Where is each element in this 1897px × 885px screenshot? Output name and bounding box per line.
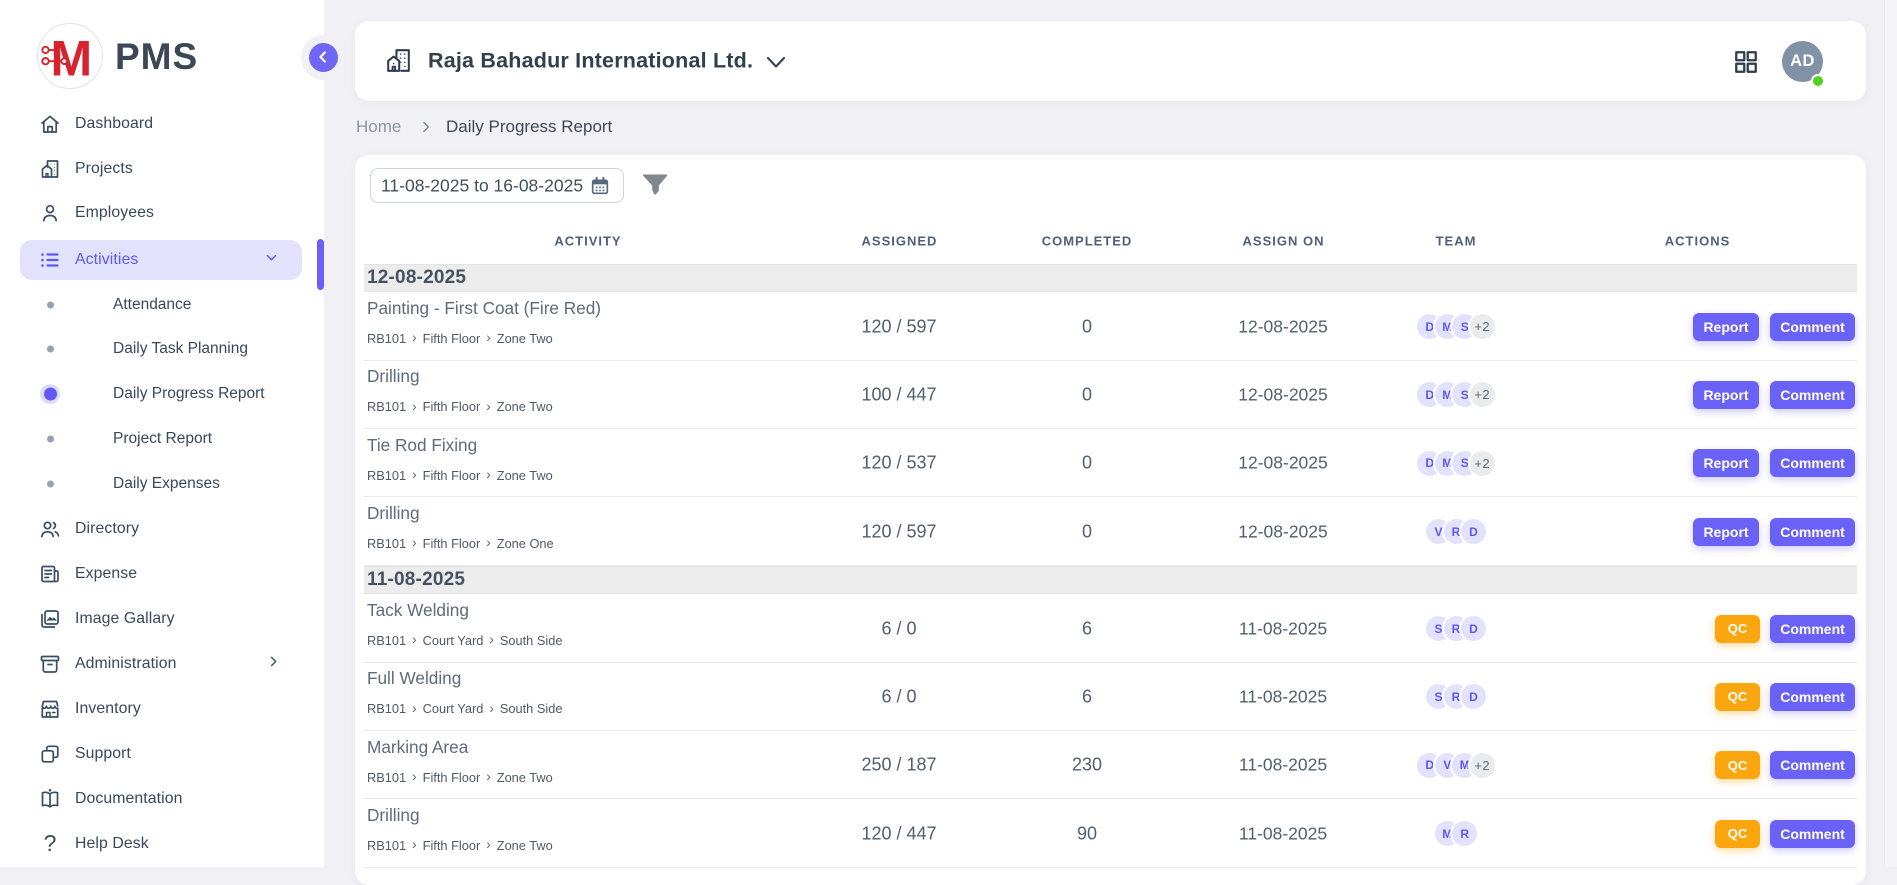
svg-text:M: M [51, 31, 93, 87]
